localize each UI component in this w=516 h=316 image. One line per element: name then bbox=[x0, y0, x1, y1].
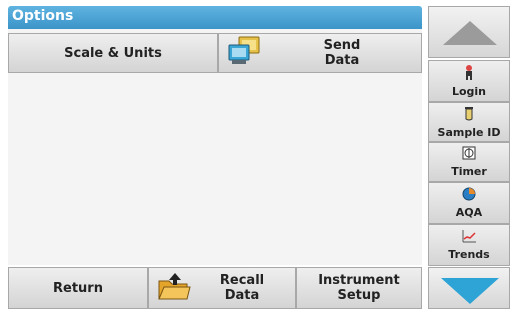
trends-label: Trends bbox=[448, 248, 490, 261]
send-data-icon bbox=[227, 36, 261, 70]
triangle-down-icon bbox=[441, 278, 499, 304]
sample-vial-icon bbox=[463, 106, 475, 124]
sidebar-item-timer[interactable]: Timer bbox=[428, 142, 510, 182]
instrument-setup-button[interactable]: Instrument Setup bbox=[296, 267, 422, 309]
triangle-up-icon bbox=[443, 21, 497, 45]
aqa-icon bbox=[462, 187, 476, 204]
title-bar: Options bbox=[8, 6, 422, 29]
scale-units-button[interactable]: Scale & Units bbox=[8, 33, 218, 73]
sidebar-item-sample-id[interactable]: Sample ID bbox=[428, 102, 510, 142]
sidebar-item-login[interactable]: Login bbox=[428, 60, 510, 102]
folder-up-icon bbox=[157, 271, 191, 305]
instrument-setup-label: Instrument Setup bbox=[318, 273, 400, 303]
page-title: Options bbox=[12, 8, 74, 24]
aqa-label: AQA bbox=[455, 206, 483, 219]
scroll-up-button[interactable] bbox=[428, 6, 510, 58]
recall-data-label: Recall Data bbox=[219, 273, 265, 303]
sidebar-item-trends[interactable]: Trends bbox=[428, 224, 510, 266]
login-label: Login bbox=[451, 85, 487, 98]
timer-icon bbox=[462, 146, 476, 163]
trends-chart-icon bbox=[461, 229, 477, 246]
recall-data-button[interactable]: Recall Data bbox=[148, 267, 296, 309]
scroll-down-button[interactable] bbox=[428, 267, 510, 309]
sidebar-item-aqa[interactable]: AQA bbox=[428, 182, 510, 224]
return-label: Return bbox=[53, 280, 103, 296]
return-button[interactable]: Return bbox=[8, 267, 148, 309]
send-data-button[interactable]: Send Data bbox=[218, 33, 422, 73]
sample-id-label: Sample ID bbox=[437, 125, 501, 139]
send-data-label: Send Data bbox=[323, 38, 361, 68]
timer-label: Timer bbox=[451, 165, 487, 178]
login-icon bbox=[462, 64, 476, 83]
scale-units-label: Scale & Units bbox=[64, 45, 162, 61]
